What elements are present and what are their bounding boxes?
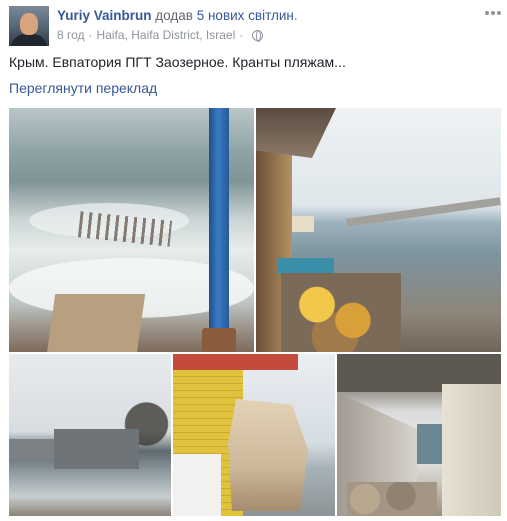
photo-wall xyxy=(173,454,221,516)
post-text: Крым. Евпатория ПГТ Заозерное. Кранты пл… xyxy=(9,54,346,70)
facebook-post: Yuriy Vainbrun додав 5 нових світлин. 8 … xyxy=(0,0,507,521)
photo-wall xyxy=(442,384,501,516)
photo-broken-wall xyxy=(228,399,308,511)
photo-rubble xyxy=(347,482,437,516)
more-dot xyxy=(497,11,501,15)
more-dot xyxy=(485,11,489,15)
photo-slab xyxy=(46,294,146,352)
photo-pipe-base xyxy=(202,328,236,352)
post-location[interactable]: Haifa, Haifa District, Israel xyxy=(97,28,236,42)
photo-rubble xyxy=(281,273,401,352)
photo-4[interactable] xyxy=(173,354,335,516)
meta-separator-2: · xyxy=(239,28,244,42)
photo-pipe xyxy=(209,108,229,340)
globe-icon[interactable] xyxy=(252,29,264,42)
avatar[interactable] xyxy=(9,6,49,46)
photo-roof xyxy=(173,354,298,370)
post-header-line: Yuriy Vainbrun додав 5 нових світлин. xyxy=(57,8,298,23)
more-dot xyxy=(491,11,495,15)
more-options-icon[interactable] xyxy=(485,8,501,18)
photo-pier xyxy=(417,424,442,464)
photo-1[interactable] xyxy=(9,108,254,352)
photo-roof xyxy=(256,108,336,158)
post-action: додав 5 нових світлин. xyxy=(155,8,297,23)
post-time[interactable]: 8 год xyxy=(57,28,85,42)
avatar-shirt xyxy=(11,34,47,46)
photo-pier xyxy=(346,197,501,227)
photo-bench xyxy=(278,258,334,274)
photo-3[interactable] xyxy=(9,354,171,516)
action-prefix: додав xyxy=(155,8,193,23)
avatar-face xyxy=(20,13,38,35)
photos-count-link[interactable]: 5 нових світлин xyxy=(197,8,294,23)
photo-5[interactable] xyxy=(337,354,501,516)
photo-2[interactable] xyxy=(256,108,501,352)
see-translation-link[interactable]: Переглянути переклад xyxy=(9,80,157,96)
photo-building xyxy=(54,429,139,469)
meta-separator: · xyxy=(88,28,93,42)
post-meta: 8 год · Haifa, Haifa District, Israel · xyxy=(57,28,264,42)
author-name[interactable]: Yuriy Vainbrun xyxy=(57,8,152,23)
photo-building xyxy=(9,439,54,459)
action-suffix: . xyxy=(293,8,298,23)
